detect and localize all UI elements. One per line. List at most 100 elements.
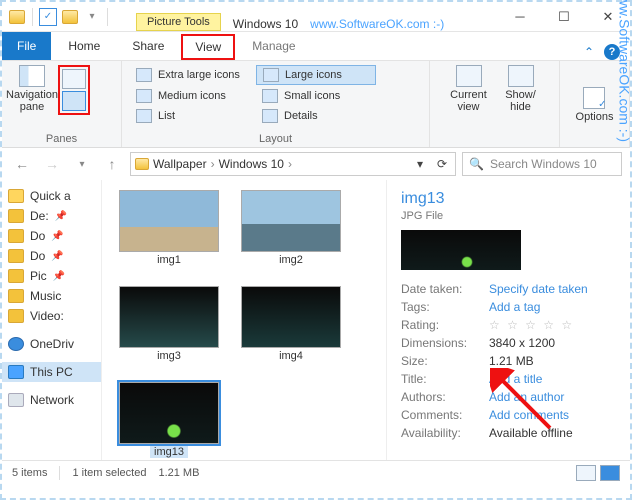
- current-view-button[interactable]: Current view: [447, 65, 491, 113]
- show-hide-button[interactable]: Show/ hide: [499, 65, 543, 113]
- navigation-pane-button[interactable]: Navigation pane: [10, 65, 54, 115]
- address-bar[interactable]: Wallpaper › Windows 10 › ▾ ⟳: [130, 152, 456, 176]
- ribbon-tabs: File Home Share View Manage ⌃ ?: [2, 32, 630, 60]
- detail-value[interactable]: Add a tag: [489, 300, 540, 314]
- recent-locations-button[interactable]: ▾: [70, 152, 94, 176]
- detail-key: Rating:: [401, 318, 481, 332]
- sidebar-item-desktop[interactable]: De:📌: [2, 206, 101, 226]
- search-placeholder: Search Windows 10: [490, 157, 597, 171]
- back-button[interactable]: ←: [10, 152, 34, 176]
- sidebar-item-quick-access[interactable]: Quick a: [2, 186, 101, 206]
- title-bar: ✓ ▾ Picture Tools Windows 10 www.Softwar…: [2, 2, 630, 32]
- tab-share[interactable]: Share: [117, 32, 179, 60]
- up-button[interactable]: ↑: [100, 152, 124, 176]
- folder-icon: [8, 269, 24, 283]
- breadcrumb[interactable]: Wallpaper: [153, 157, 207, 171]
- ribbon-group-currentview: Current view Show/ hide: [430, 61, 560, 147]
- quick-access-toolbar: ✓ ▾: [2, 8, 116, 26]
- file-item-selected[interactable]: img13: [114, 382, 224, 472]
- tab-manage[interactable]: Manage: [237, 32, 310, 60]
- detail-value: 3840 x 1200: [489, 336, 555, 350]
- thumbnail: [119, 286, 219, 348]
- sidebar-item-this-pc[interactable]: This PC: [2, 362, 101, 382]
- details-filename: img13: [401, 190, 616, 208]
- sidebar-item-videos[interactable]: Video:: [2, 306, 101, 326]
- icons-icon: [136, 68, 152, 82]
- separator: [59, 466, 60, 480]
- contextual-tab-label: Picture Tools: [136, 13, 221, 31]
- layout-extra-large-icons[interactable]: Extra large icons: [130, 65, 250, 85]
- checkbox-icon[interactable]: ✓: [39, 8, 57, 26]
- pane-toggle-highlight: [58, 65, 90, 115]
- status-size: 1.21 MB: [158, 467, 199, 479]
- refresh-icon[interactable]: ⟳: [433, 155, 451, 173]
- annotation-arrow-icon: [490, 368, 560, 438]
- navigation-pane: Quick a De:📌 Do📌 Do📌 Pic📌 Music Video: O…: [2, 180, 102, 460]
- star-icon: [8, 189, 24, 203]
- details-filetype: JPG File: [401, 210, 616, 222]
- sidebar-item-network[interactable]: Network: [2, 390, 101, 410]
- options-button[interactable]: Options: [576, 87, 614, 123]
- address-dropdown-icon[interactable]: ▾: [411, 155, 429, 173]
- current-view-icon: [456, 65, 482, 87]
- pc-icon: [8, 365, 24, 379]
- sidebar-item-music[interactable]: Music: [2, 286, 101, 306]
- tab-file[interactable]: File: [2, 32, 51, 60]
- ribbon-group-panes: Navigation pane Panes: [2, 61, 122, 147]
- view-thumbnails-toggle[interactable]: [600, 465, 620, 481]
- chevron-right-icon[interactable]: ›: [288, 157, 292, 171]
- search-input[interactable]: 🔍 Search Windows 10: [462, 152, 622, 176]
- file-item[interactable]: img4: [236, 286, 346, 376]
- details-icon: [262, 109, 278, 123]
- sidebar-item-documents[interactable]: Do📌: [2, 246, 101, 266]
- layout-small-icons[interactable]: Small icons: [256, 87, 376, 105]
- file-list[interactable]: img1 img2 img3 img4 img13: [102, 180, 386, 460]
- icons-icon: [136, 89, 152, 103]
- layout-details[interactable]: Details: [256, 107, 376, 125]
- qat-dropdown-icon[interactable]: ▾: [83, 8, 101, 26]
- minimize-button[interactable]: ─: [498, 3, 542, 31]
- sidebar-item-onedrive[interactable]: OneDriv: [2, 334, 101, 354]
- folder-icon: [8, 8, 26, 26]
- icons-icon: [263, 68, 279, 82]
- network-icon: [8, 393, 24, 407]
- preview-pane-button[interactable]: [62, 69, 86, 89]
- pin-icon: 📌: [51, 251, 63, 262]
- file-item[interactable]: img3: [114, 286, 224, 376]
- onedrive-icon: [8, 337, 24, 351]
- layout-large-icons[interactable]: Large icons: [256, 65, 376, 85]
- thumbnail: [241, 190, 341, 252]
- folder-icon: [8, 249, 24, 263]
- detail-value[interactable]: Specify date taken: [489, 282, 588, 296]
- show-hide-icon: [508, 65, 534, 87]
- forward-button[interactable]: →: [40, 152, 64, 176]
- group-label-layout: Layout: [130, 131, 421, 145]
- thumbnail: [119, 190, 219, 252]
- details-pane-button[interactable]: [62, 91, 86, 111]
- view-details-toggle[interactable]: [576, 465, 596, 481]
- address-bar-row: ← → ▾ ↑ Wallpaper › Windows 10 › ▾ ⟳ 🔍 S…: [2, 148, 630, 180]
- collapse-ribbon-icon[interactable]: ⌃: [584, 45, 594, 59]
- detail-value: 1.21 MB: [489, 354, 534, 368]
- chevron-right-icon[interactable]: ›: [211, 157, 215, 171]
- file-item[interactable]: img2: [236, 190, 346, 280]
- icons-icon: [262, 89, 278, 103]
- navigation-pane-label: Navigation pane: [6, 89, 58, 113]
- file-item[interactable]: img1: [114, 190, 224, 280]
- tab-home[interactable]: Home: [53, 32, 115, 60]
- detail-key: Dimensions:: [401, 336, 481, 350]
- tab-view[interactable]: View: [181, 34, 235, 60]
- detail-key: Availability:: [401, 426, 481, 440]
- pin-icon: 📌: [53, 271, 65, 282]
- folder-icon[interactable]: [61, 8, 79, 26]
- maximize-button[interactable]: ☐: [542, 3, 586, 31]
- folder-icon: [8, 309, 24, 323]
- layout-list[interactable]: List: [130, 107, 250, 125]
- breadcrumb[interactable]: Windows 10: [219, 157, 284, 171]
- rating-stars[interactable]: ☆ ☆ ☆ ☆ ☆: [489, 318, 574, 332]
- sidebar-item-downloads[interactable]: Do📌: [2, 226, 101, 246]
- list-icon: [136, 109, 152, 123]
- sidebar-item-pictures[interactable]: Pic📌: [2, 266, 101, 286]
- thumbnail: [119, 382, 219, 444]
- layout-medium-icons[interactable]: Medium icons: [130, 87, 250, 105]
